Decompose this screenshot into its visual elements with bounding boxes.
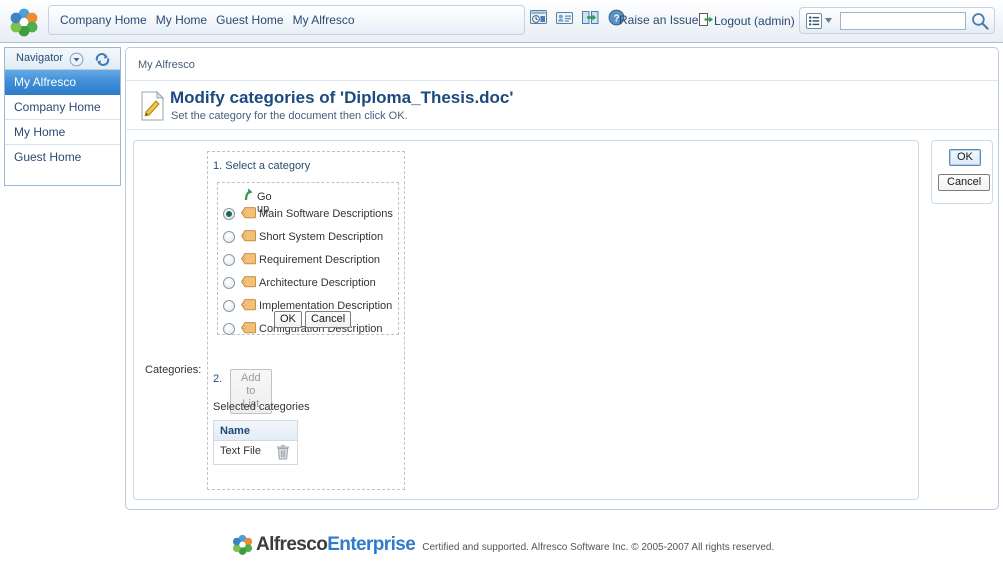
cancel-button[interactable]: Cancel xyxy=(938,174,991,191)
nav-company-home[interactable]: Company Home xyxy=(57,6,150,34)
sidebar-item-label: My Alfresco xyxy=(14,75,77,89)
category-radio[interactable] xyxy=(223,323,235,335)
sidebar-item-label: My Home xyxy=(14,125,66,139)
page-subtitle: Set the category for the document then c… xyxy=(171,110,408,122)
logout-arrow-icon xyxy=(699,12,714,30)
picker-cancel-button[interactable]: Cancel xyxy=(304,311,352,328)
window-switch-icon[interactable] xyxy=(582,9,599,26)
logout-label: Logout (admin) xyxy=(714,14,795,28)
table-cell-name: Text File xyxy=(220,445,261,457)
raise-an-issue-link[interactable]: Raise an Issue xyxy=(619,13,698,27)
category-tag-icon xyxy=(240,276,257,288)
category-radio[interactable] xyxy=(223,231,235,243)
nav-guest-home[interactable]: Guest Home xyxy=(213,6,286,34)
category-tree-list: Go up Main Software Descriptions Short S… xyxy=(217,182,399,335)
selected-categories-label: Selected categories xyxy=(213,401,310,413)
category-tag-icon xyxy=(240,322,257,334)
selected-categories-table: Name Text File xyxy=(213,420,298,465)
category-radio[interactable] xyxy=(223,208,235,220)
refresh-arrows-icon[interactable] xyxy=(94,51,111,68)
alfresco-petal-logo xyxy=(8,6,40,38)
footer-brand: AlfrescoEnterprise xyxy=(256,533,416,556)
top-bar: Company Home My Home Guest Home My Alfre… xyxy=(0,0,1003,43)
footer-copyright: Certified and supported. Alfresco Softwa… xyxy=(422,542,775,553)
sidebar-item-my-home[interactable]: My Home xyxy=(5,120,120,145)
picker-ok-button[interactable]: OK xyxy=(274,311,302,328)
search-options-list-icon[interactable] xyxy=(806,12,836,30)
ok-button[interactable]: OK xyxy=(949,149,981,166)
category-row: Main Software Descriptions xyxy=(223,205,399,228)
category-tag-icon xyxy=(240,253,257,265)
category-name[interactable]: Architecture Description xyxy=(259,277,376,289)
navigator-header: Navigator xyxy=(5,48,120,70)
category-row: Architecture Description xyxy=(223,274,399,297)
sidebar-item-company-home[interactable]: Company Home xyxy=(5,95,120,120)
chevron-down-circle-icon[interactable] xyxy=(69,52,84,67)
nav-my-home[interactable]: My Home xyxy=(153,6,210,34)
category-tag-icon xyxy=(240,207,257,219)
categories-label: Categories: xyxy=(145,364,202,376)
alfresco-petal-logo xyxy=(231,533,254,556)
step-1-label: 1. Select a category xyxy=(213,160,311,172)
category-tag-icon xyxy=(240,299,257,311)
category-picker-container: 1. Select a category Go up Main Software… xyxy=(207,151,405,490)
form-action-box: OK Cancel xyxy=(931,140,993,204)
category-name[interactable]: Main Software Descriptions xyxy=(259,208,393,220)
category-name[interactable]: Requirement Description xyxy=(259,254,380,266)
sidebar-item-guest-home[interactable]: Guest Home xyxy=(5,145,120,170)
navigator-title: Navigator xyxy=(16,52,64,64)
sidebar-item-my-alfresco[interactable]: My Alfresco xyxy=(5,70,120,95)
category-radio[interactable] xyxy=(223,254,235,266)
document-edit-pencil-icon xyxy=(140,90,166,121)
logout-button[interactable]: Logout (admin) xyxy=(699,12,795,30)
breadcrumb[interactable]: My Alfresco xyxy=(138,59,195,71)
divider xyxy=(126,129,998,130)
magnifier-icon[interactable] xyxy=(970,11,990,31)
nav-my-alfresco[interactable]: My Alfresco xyxy=(290,6,358,34)
system-clock-icon[interactable] xyxy=(530,9,547,26)
search-box xyxy=(799,7,995,34)
category-radio[interactable] xyxy=(223,300,235,312)
sidebar-item-label: Guest Home xyxy=(14,150,82,164)
category-row: Short System Description xyxy=(223,228,399,251)
picker-button-group: OK Cancel xyxy=(274,311,352,328)
categories-form-panel: Categories: 1. Select a category Go up M… xyxy=(133,140,919,500)
go-up-arrow-icon xyxy=(242,187,257,202)
navigator-sidebar: Navigator My Alfresco Company Home My Ho… xyxy=(4,47,121,186)
page-title: Modify categories of 'Diploma_Thesis.doc… xyxy=(170,88,514,107)
category-tag-icon xyxy=(240,230,257,242)
category-name[interactable]: Short System Description xyxy=(259,231,383,243)
trash-can-icon[interactable] xyxy=(276,444,290,460)
category-radio[interactable] xyxy=(223,277,235,289)
table-column-header-name: Name xyxy=(214,421,297,441)
table-row: Text File xyxy=(214,441,297,464)
footer-brand-secondary: Enterprise xyxy=(327,533,416,555)
footer-brand-primary: Alfresco xyxy=(256,533,328,555)
primary-nav-bar: Company Home My Home Guest Home My Alfre… xyxy=(48,5,525,35)
sidebar-item-label: Company Home xyxy=(14,100,101,114)
user-profile-card-icon[interactable] xyxy=(556,9,574,26)
search-input[interactable] xyxy=(840,12,966,30)
category-row: Requirement Description xyxy=(223,251,399,274)
page-footer: AlfrescoEnterprise Certified and supporte… xyxy=(0,520,1003,577)
toolbar-icon-group: ? xyxy=(530,9,631,32)
step-2-number: 2. xyxy=(213,373,223,385)
divider xyxy=(126,80,998,81)
main-content-panel: My Alfresco Modify categories of 'Diplom… xyxy=(125,47,999,510)
